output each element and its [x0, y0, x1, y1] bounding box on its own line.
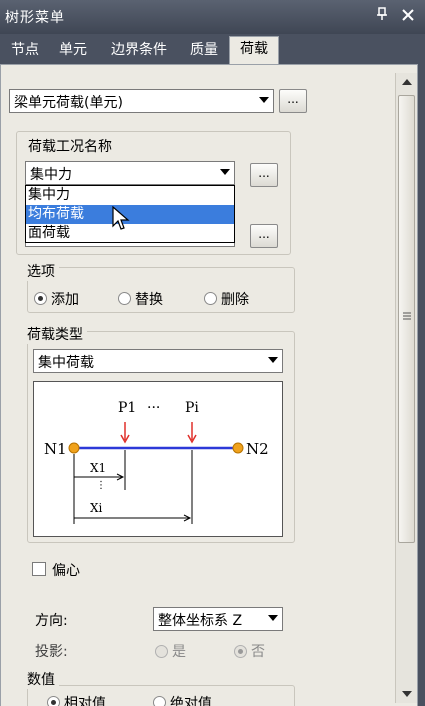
projection-no-radio[interactable] [234, 645, 247, 658]
tab-nodes[interactable]: 节点 [3, 38, 47, 64]
radio-delete-label[interactable]: 删除 [221, 289, 249, 309]
load-category-select[interactable]: 集中荷载 [33, 349, 283, 373]
chevron-down-icon [268, 357, 278, 363]
radio-add[interactable] [34, 292, 47, 305]
radio-absolute[interactable] [153, 696, 166, 706]
load-dots-label: ··· [147, 400, 160, 416]
tab-boundary[interactable]: 边界条件 [100, 38, 178, 64]
panel-title: 树形菜单 [5, 10, 65, 26]
load-category-label: 荷载类型 [27, 324, 87, 344]
load-type-select[interactable]: 梁单元荷载(单元) [9, 89, 274, 113]
radio-add-label[interactable]: 添加 [51, 289, 79, 309]
chevron-down-icon [268, 615, 278, 621]
tab-strip: 节点 单元 边界条件 质量 荷载 [0, 34, 425, 64]
beam-diagram: N1 N2 P1 ··· Pi X1 ⋮ Xi [44, 400, 269, 524]
radio-absolute-label[interactable]: 绝对值 [170, 693, 212, 706]
loads-panel: 梁单元荷载(单元) ... 荷载工况名称 集中力 ... 集中力 均布荷载 面荷… [0, 64, 418, 706]
chevron-down-icon [259, 97, 269, 103]
scroll-thumb[interactable] [398, 95, 415, 543]
direction-label: 方向: [35, 613, 68, 629]
load-arrow-p1 [120, 422, 130, 444]
direction-value: 整体坐标系 Z [158, 613, 243, 629]
mouse-cursor-icon [112, 206, 130, 230]
node-end-dot [232, 442, 244, 454]
grip-icon [403, 312, 411, 320]
tab-mass[interactable]: 质量 [182, 38, 226, 64]
dimension-xi-label: Xi [90, 501, 103, 515]
tab-loads[interactable]: 荷载 [229, 36, 279, 64]
chevron-down-icon [220, 169, 230, 175]
panel-title-bar: 树形菜单 [0, 0, 425, 34]
radio-relative[interactable] [47, 696, 60, 706]
vertical-scrollbar[interactable] [395, 73, 417, 703]
options-label: 选项 [27, 261, 59, 281]
node-start-dot [68, 442, 80, 454]
load-type-more-button[interactable]: ... [279, 89, 307, 113]
node-start-label: N1 [44, 440, 67, 458]
dropdown-option[interactable]: 集中力 [26, 186, 234, 205]
load-diagram: N1 N2 P1 ··· Pi X1 ⋮ Xi [33, 381, 283, 537]
radio-delete[interactable] [204, 292, 217, 305]
load-arrow-pi [187, 422, 197, 444]
load-type-value: 梁单元荷载(单元) [14, 95, 123, 111]
eccentric-label[interactable]: 偏心 [52, 560, 80, 580]
direction-select[interactable]: 整体坐标系 Z [153, 607, 283, 631]
dimension-x1-label: X1 [90, 461, 106, 475]
dimension-dots: ⋮ [96, 480, 106, 491]
scroll-up-icon[interactable] [402, 79, 412, 85]
radio-replace-label[interactable]: 替换 [135, 289, 163, 309]
node-end-label: N2 [246, 440, 269, 458]
load-case-select[interactable]: 集中力 [25, 161, 235, 185]
projection-yes-radio[interactable] [155, 645, 168, 658]
second-more-button[interactable]: ... [250, 224, 278, 248]
load-case-label: 荷载工况名称 [26, 136, 114, 156]
load-category-value: 集中荷载 [38, 355, 94, 371]
tab-elements[interactable]: 单元 [51, 38, 95, 64]
pin-icon[interactable] [372, 6, 392, 26]
radio-relative-label[interactable]: 相对值 [64, 693, 106, 706]
load-case-more-button[interactable]: ... [250, 163, 278, 187]
projection-label: 投影: [35, 644, 68, 660]
radio-replace[interactable] [118, 292, 131, 305]
eccentric-checkbox[interactable] [32, 562, 46, 576]
scroll-down-icon[interactable] [402, 691, 412, 697]
projection-no-label[interactable]: 否 [251, 641, 265, 661]
close-icon[interactable] [398, 6, 418, 26]
load-case-value: 集中力 [30, 167, 72, 183]
projection-yes-label[interactable]: 是 [172, 641, 186, 661]
load-pi-label: Pi [185, 400, 199, 416]
load-p1-label: P1 [118, 400, 136, 416]
values-label: 数值 [27, 669, 59, 689]
